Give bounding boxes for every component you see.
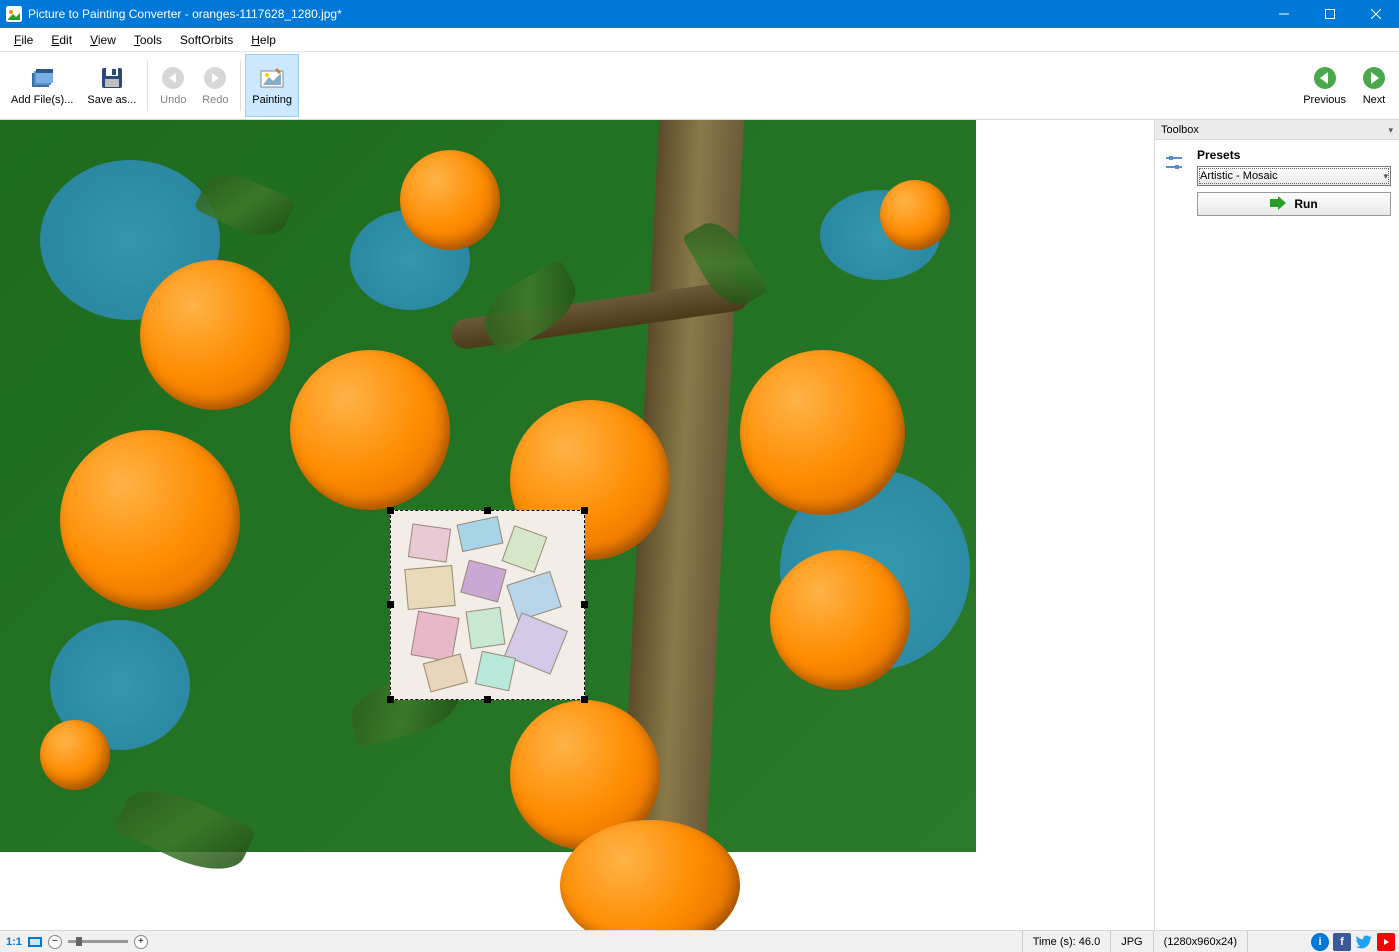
sliders-icon[interactable] [1163, 152, 1185, 174]
next-label: Next [1363, 94, 1386, 106]
selection-handle[interactable] [581, 601, 588, 608]
next-icon [1360, 64, 1388, 92]
main-area: Toolbox Presets Artistic - Mosaic [0, 120, 1399, 930]
save-icon [98, 64, 126, 92]
preset-dropdown[interactable]: Artistic - Mosaic [1197, 166, 1391, 186]
zoom-ratio[interactable]: 1:1 [6, 936, 22, 948]
selection-handle[interactable] [581, 696, 588, 703]
redo-button[interactable]: Redo [194, 54, 236, 117]
selection-handle[interactable] [484, 507, 491, 514]
undo-button[interactable]: Undo [152, 54, 194, 117]
status-format: JPG [1110, 931, 1152, 952]
status-dimensions: (1280x960x24) [1153, 931, 1247, 952]
fit-screen-icon[interactable] [28, 937, 42, 947]
preview-selection[interactable] [390, 510, 585, 700]
close-button[interactable] [1353, 0, 1399, 28]
maximize-button[interactable] [1307, 0, 1353, 28]
menu-file[interactable]: File [6, 31, 41, 49]
previous-label: Previous [1303, 94, 1346, 106]
selection-handle[interactable] [387, 507, 394, 514]
painting-label: Painting [252, 94, 292, 106]
selection-handle[interactable] [484, 696, 491, 703]
titlebar: Picture to Painting Converter - oranges-… [0, 0, 1399, 28]
redo-label: Redo [202, 94, 228, 106]
run-label: Run [1294, 197, 1317, 211]
run-arrow-icon [1270, 196, 1286, 213]
toolbox-title: Toolbox [1161, 124, 1199, 136]
menubar: File Edit View Tools SoftOrbits Help [0, 28, 1399, 52]
add-files-label: Add File(s)... [11, 94, 73, 106]
youtube-icon[interactable] [1377, 933, 1395, 951]
selection-handle[interactable] [387, 601, 394, 608]
statusbar: 1:1 − + Time (s): 46.0 JPG (1280x960x24)… [0, 930, 1399, 952]
canvas-area[interactable] [0, 120, 1154, 930]
window-title: Picture to Painting Converter - oranges-… [28, 7, 342, 21]
info-icon[interactable]: i [1311, 933, 1329, 951]
facebook-icon[interactable]: f [1333, 933, 1351, 951]
previous-icon [1311, 64, 1339, 92]
chevron-down-icon [1383, 170, 1388, 182]
zoom-slider[interactable] [68, 940, 128, 943]
painting-icon [258, 64, 286, 92]
toolbox-menu-icon[interactable] [1388, 124, 1393, 136]
zoom-out-button[interactable]: − [48, 935, 62, 949]
menu-softorbits[interactable]: SoftOrbits [172, 31, 241, 49]
add-files-icon [28, 64, 56, 92]
toolbar: Add File(s)... Save as... Undo Redo Pain… [0, 52, 1399, 120]
save-as-button[interactable]: Save as... [80, 54, 143, 117]
painting-button[interactable]: Painting [245, 54, 299, 117]
menu-edit[interactable]: Edit [43, 31, 80, 49]
next-button[interactable]: Next [1353, 54, 1395, 117]
twitter-icon[interactable] [1355, 933, 1373, 951]
undo-label: Undo [160, 94, 186, 106]
zoom-in-button[interactable]: + [134, 935, 148, 949]
add-files-button[interactable]: Add File(s)... [4, 54, 80, 117]
preset-value: Artistic - Mosaic [1200, 170, 1278, 182]
menu-tools[interactable]: Tools [126, 31, 170, 49]
save-as-label: Save as... [87, 94, 136, 106]
redo-icon [201, 64, 229, 92]
menu-view[interactable]: View [82, 31, 124, 49]
toolbox-panel: Toolbox Presets Artistic - Mosaic [1154, 120, 1399, 930]
selection-handle[interactable] [581, 507, 588, 514]
status-time: Time (s): 46.0 [1022, 931, 1110, 952]
social-links: i f [1307, 933, 1399, 951]
toolbox-header: Toolbox [1155, 120, 1399, 140]
minimize-button[interactable] [1261, 0, 1307, 28]
undo-icon [159, 64, 187, 92]
previous-button[interactable]: Previous [1296, 54, 1353, 117]
presets-label: Presets [1197, 148, 1391, 162]
menu-help[interactable]: Help [243, 31, 284, 49]
run-button[interactable]: Run [1197, 192, 1391, 216]
selection-handle[interactable] [387, 696, 394, 703]
image-canvas [0, 120, 976, 852]
app-icon [6, 6, 22, 22]
